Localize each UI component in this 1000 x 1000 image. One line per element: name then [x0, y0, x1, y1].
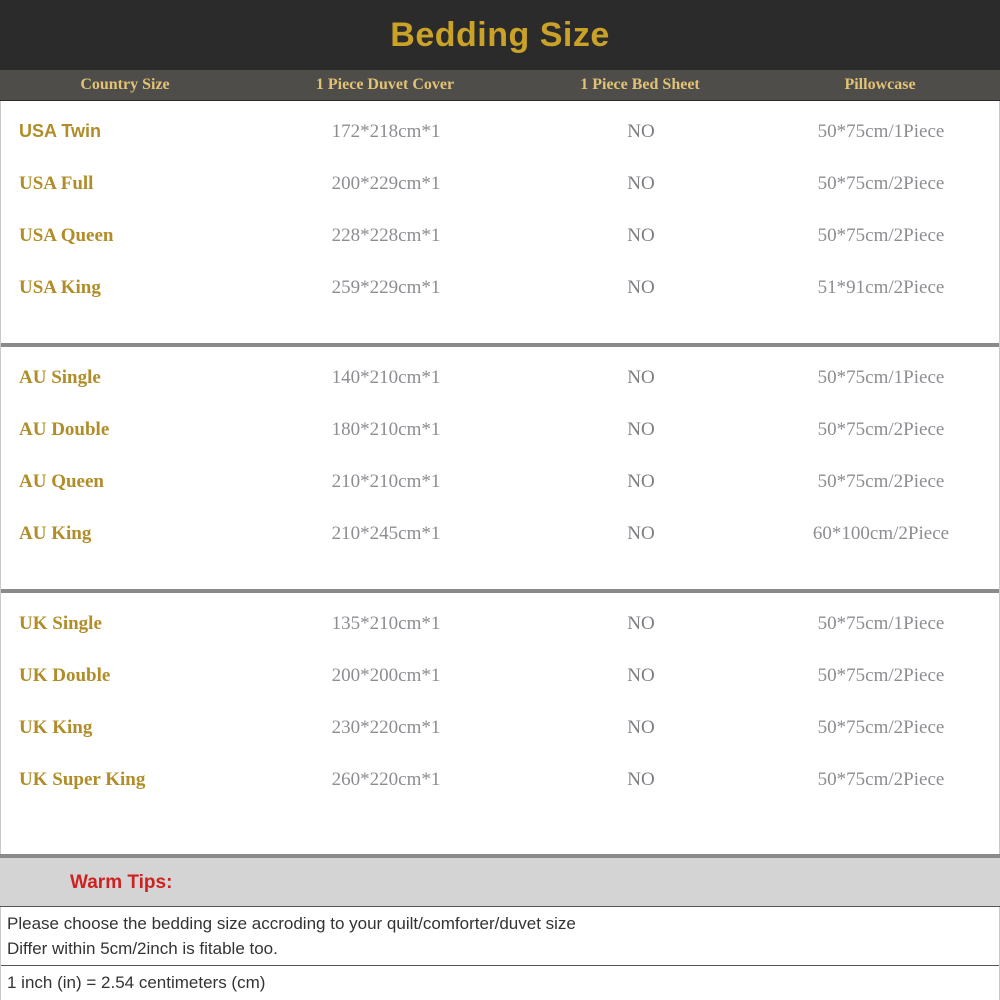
row-pillowcase: 50*75cm/2Piece: [817, 716, 945, 738]
column-header-bed-sheet: 1 Piece Bed Sheet: [580, 76, 700, 93]
title-bar: Bedding Size: [0, 0, 1000, 70]
row-bed-sheet: NO: [627, 768, 655, 790]
table-row: UK King 230*220cm*1 NO 50*75cm/2Piece: [1, 701, 999, 753]
row-pillowcase: 50*75cm/2Piece: [817, 172, 945, 194]
row-duvet-cover: 259*229cm*1: [331, 276, 441, 298]
page-title: Bedding Size: [390, 16, 610, 54]
row-bed-sheet: NO: [627, 522, 655, 544]
row-duvet-cover: 230*220cm*1: [331, 716, 441, 738]
row-country: USA Queen: [19, 224, 114, 246]
row-pillowcase: 50*75cm/1Piece: [817, 120, 945, 142]
row-bed-sheet: NO: [627, 664, 655, 686]
row-country: AU Double: [19, 418, 110, 440]
row-duvet-cover: 180*210cm*1: [331, 418, 441, 440]
row-duvet-cover: 140*210cm*1: [331, 366, 441, 388]
row-bed-sheet: NO: [627, 224, 655, 246]
table-row: USA King 259*229cm*1 NO 51*91cm/2Piece: [1, 261, 999, 313]
table-row: USA Queen 228*228cm*1 NO 50*75cm/2Piece: [1, 209, 999, 261]
column-header-country-size: Country Size: [80, 76, 170, 93]
warm-tips-line-1: Please choose the bedding size accroding…: [7, 914, 576, 934]
row-duvet-cover: 210*245cm*1: [331, 522, 441, 544]
table-row: AU Queen 210*210cm*1 NO 50*75cm/2Piece: [1, 455, 999, 507]
row-country: UK Super King: [19, 768, 146, 790]
row-bed-sheet: NO: [627, 276, 655, 298]
row-pillowcase: 50*75cm/2Piece: [817, 470, 945, 492]
row-bed-sheet: NO: [627, 716, 655, 738]
section-usa: USA Twin 172*218cm*1 NO 50*75cm/1Piece U…: [1, 101, 999, 343]
table-row: UK Double 200*200cm*1 NO 50*75cm/2Piece: [1, 649, 999, 701]
warm-tips-line-2: Differ within 5cm/2inch is fitable too.: [7, 938, 278, 958]
row-bed-sheet: NO: [627, 120, 655, 142]
row-duvet-cover: 228*228cm*1: [331, 224, 441, 246]
table-row: USA Full 200*229cm*1 NO 50*75cm/2Piece: [1, 157, 999, 209]
row-bed-sheet: NO: [627, 470, 655, 492]
row-pillowcase: 50*75cm/2Piece: [817, 224, 945, 246]
row-pillowcase: 50*75cm/1Piece: [817, 612, 945, 634]
section-au: AU Single 140*210cm*1 NO 50*75cm/1Piece …: [1, 347, 999, 589]
row-bed-sheet: NO: [627, 612, 655, 634]
row-duvet-cover: 172*218cm*1: [331, 120, 441, 142]
warm-tips-header: Warm Tips:: [0, 854, 1000, 908]
warm-tips-body: Please choose the bedding size accroding…: [0, 907, 1000, 1000]
row-duvet-cover: 200*229cm*1: [331, 172, 441, 194]
row-bed-sheet: NO: [627, 172, 655, 194]
column-header-pillowcase: Pillowcase: [844, 76, 916, 93]
row-country: USA King: [19, 276, 101, 298]
row-country: UK King: [19, 716, 93, 738]
table-row: AU King 210*245cm*1 NO 60*100cm/2Piece: [1, 507, 999, 559]
row-duvet-cover: 200*200cm*1: [331, 664, 441, 686]
table-row: UK Single 135*210cm*1 NO 50*75cm/1Piece: [1, 597, 999, 649]
row-country: AU Single: [19, 366, 101, 388]
row-pillowcase: 50*75cm/1Piece: [817, 366, 945, 388]
row-country: AU King: [19, 522, 92, 544]
row-pillowcase: 50*75cm/2Piece: [817, 768, 945, 790]
row-pillowcase: 51*91cm/2Piece: [817, 276, 945, 298]
warm-tips-heading: Warm Tips:: [70, 871, 173, 893]
row-country: AU Queen: [19, 470, 104, 492]
row-duvet-cover: 210*210cm*1: [331, 470, 441, 492]
table-row: USA Twin 172*218cm*1 NO 50*75cm/1Piece: [1, 105, 999, 157]
row-bed-sheet: NO: [627, 366, 655, 388]
warm-tips-line-3: 1 inch (in) = 2.54 centimeters (cm): [7, 973, 266, 993]
table-body: USA Twin 172*218cm*1 NO 50*75cm/1Piece U…: [0, 101, 1000, 855]
row-country: USA Twin: [19, 121, 101, 141]
row-bed-sheet: NO: [627, 418, 655, 440]
row-duvet-cover: 260*220cm*1: [331, 768, 441, 790]
row-country: UK Single: [19, 612, 102, 634]
row-country: UK Double: [19, 664, 111, 686]
section-uk: UK Single 135*210cm*1 NO 50*75cm/1Piece …: [1, 593, 999, 805]
table-column-header: Country Size 1 Piece Duvet Cover 1 Piece…: [0, 70, 1000, 101]
row-pillowcase: 60*100cm/2Piece: [812, 522, 950, 544]
table-row: UK Super King 260*220cm*1 NO 50*75cm/2Pi…: [1, 753, 999, 805]
table-row: AU Single 140*210cm*1 NO 50*75cm/1Piece: [1, 351, 999, 403]
table-row: AU Double 180*210cm*1 NO 50*75cm/2Piece: [1, 403, 999, 455]
row-pillowcase: 50*75cm/2Piece: [817, 664, 945, 686]
row-duvet-cover: 135*210cm*1: [331, 612, 441, 634]
warm-tips-paragraph: Please choose the bedding size accroding…: [1, 907, 999, 967]
row-pillowcase: 50*75cm/2Piece: [817, 418, 945, 440]
bedding-size-chart: Bedding Size Country Size 1 Piece Duvet …: [0, 0, 1000, 1000]
row-country: USA Full: [19, 172, 94, 194]
column-header-duvet-cover: 1 Piece Duvet Cover: [315, 76, 455, 93]
conversion-note: 1 inch (in) = 2.54 centimeters (cm): [1, 966, 999, 1000]
